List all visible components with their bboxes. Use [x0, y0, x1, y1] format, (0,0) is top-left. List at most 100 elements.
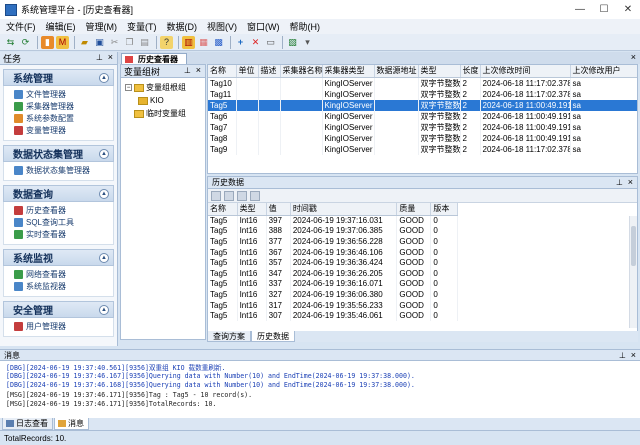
menu-file[interactable]: 文件(F)	[6, 20, 36, 33]
nav-group-title[interactable]: 数据状态集管理 ▲	[3, 145, 114, 162]
pin-icon[interactable]: ⊥	[184, 66, 191, 75]
save-icon[interactable]: ▣	[93, 36, 106, 49]
chart-icon[interactable]: ▮	[41, 35, 54, 49]
close-icon[interactable]: ×	[631, 350, 636, 360]
table-row[interactable]: Tag9 KingIOServer 双字节整数 2 2024-06-18 11:17:0…	[208, 143, 637, 155]
table-row[interactable]: Tag5 Int16 357 2024-06-19 19:36:36.424 GOOD 0	[208, 257, 458, 268]
collapse-icon[interactable]: ▲	[99, 305, 109, 315]
close-icon[interactable]: ×	[196, 65, 201, 75]
menu-window[interactable]: 窗口(W)	[247, 20, 280, 33]
help-icon[interactable]: ?	[160, 35, 173, 49]
column-header[interactable]: 值	[266, 203, 291, 216]
column-header[interactable]: 上次修改时间	[480, 65, 571, 78]
scrollbar-thumb[interactable]	[631, 226, 636, 266]
nav-item-file-manager[interactable]: 文件管理器	[14, 88, 113, 100]
table-row[interactable]: Tag6 KingIOServer 双字节整数 2 2024-06-18 11:00:4…	[208, 110, 637, 122]
nav-group-title[interactable]: 系统监视 ▲	[3, 249, 114, 266]
nav-item-user-manager[interactable]: 用户管理器	[14, 320, 113, 332]
column-header[interactable]: 长度	[460, 65, 481, 78]
table-row[interactable]: Tag5 Int16 307 2024-06-19 19:35:46.061 GOOD 0	[208, 310, 458, 321]
close-icon[interactable]: ×	[628, 177, 633, 187]
maximize-icon[interactable]: ☐	[592, 0, 616, 19]
properties-icon[interactable]: ▭	[264, 36, 277, 49]
column-header[interactable]: 版本	[430, 203, 458, 216]
tab-history-viewer[interactable]: 历史查看器	[121, 53, 187, 64]
group-icon[interactable]: ▦	[197, 36, 210, 49]
close-icon[interactable]: ✕	[616, 0, 640, 19]
print-icon[interactable]	[250, 190, 260, 201]
column-header[interactable]: 上次修改用户	[570, 65, 637, 78]
menu-help[interactable]: 帮助(H)	[290, 20, 321, 33]
menu-edit[interactable]: 编辑(E)	[46, 20, 76, 33]
collapse-icon[interactable]: ▲	[99, 253, 109, 263]
table-row[interactable]: Tag5 Int16 397 2024-06-19 19:37:16.031 GOOD 0	[208, 215, 458, 226]
close-icon[interactable]: ×	[108, 52, 113, 62]
table-row[interactable]: Tag5 Int16 327 2024-06-19 19:36:06.380 GOOD 0	[208, 289, 458, 300]
table-row[interactable]: Tag5 Int16 337 2024-06-19 19:36:16.071 GOOD 0	[208, 278, 458, 290]
tab-messages[interactable]: 消息	[54, 418, 89, 430]
paste-icon[interactable]: ▤	[138, 36, 151, 49]
manage-icon[interactable]: M	[56, 35, 69, 49]
connect-icon[interactable]: ⇆	[4, 36, 17, 49]
minimize-icon[interactable]: —	[568, 0, 592, 19]
pin-icon[interactable]: ⊥	[616, 178, 623, 187]
tree-node-root[interactable]: − 变量组根组	[121, 81, 205, 94]
tree-node-temp[interactable]: 临时变量组	[121, 107, 205, 120]
pin-icon[interactable]: ⊥	[96, 53, 103, 62]
table-row[interactable]: Tag5 KingIOServer 双字节整数 2 2024-06-18 11:00:4…	[208, 99, 637, 111]
column-header[interactable]: 类型	[418, 65, 461, 78]
column-header[interactable]: 质量	[396, 203, 432, 216]
menu-view[interactable]: 视图(V)	[207, 20, 237, 33]
nav-item-realtime-viewer[interactable]: 实时查看器	[14, 228, 113, 240]
column-header[interactable]: 数据源地址	[374, 65, 419, 78]
nav-item-sql-tool[interactable]: SQL查询工具	[14, 216, 113, 228]
delete-icon[interactable]: ✕	[249, 36, 262, 49]
column-header[interactable]: 类型	[237, 203, 267, 216]
scrollbar[interactable]	[629, 216, 637, 328]
save-icon[interactable]	[211, 190, 221, 201]
nav-item-system-monitor[interactable]: 系统监视器	[14, 280, 113, 292]
import-icon[interactable]: ▧	[286, 36, 299, 49]
tab-log-viewer[interactable]: 日志查看	[2, 418, 53, 430]
menu-manage[interactable]: 管理(M)	[86, 20, 118, 33]
copy-icon[interactable]: ❐	[123, 36, 136, 49]
column-header[interactable]: 时间戳	[290, 203, 398, 216]
export-icon[interactable]	[224, 190, 234, 201]
nav-item-history-viewer[interactable]: 历史查看器	[14, 204, 113, 216]
table-row[interactable]: Tag5 Int16 377 2024-06-19 19:36:56.228 GOOD 0	[208, 236, 458, 247]
table-row[interactable]: Tag5 Int16 367 2024-06-19 19:36:46.106 GOOD 0	[208, 246, 458, 258]
table-icon[interactable]: ▩	[212, 36, 225, 49]
table-row[interactable]: Tag7 KingIOServer 双字节整数 2 2024-06-18 11:00:4…	[208, 121, 637, 133]
tab-history-data[interactable]: 历史数据	[251, 331, 295, 342]
cut-icon[interactable]: ✂	[108, 36, 121, 49]
nav-group-title[interactable]: 数据查询 ▲	[3, 185, 114, 202]
nav-item-system-config[interactable]: 系统参数配置	[14, 112, 113, 124]
collapse-icon[interactable]: ▲	[99, 149, 109, 159]
column-header[interactable]: 单位	[236, 65, 259, 78]
nav-item-datastate-manager[interactable]: 数据状态集管理器	[14, 164, 113, 176]
collapse-icon[interactable]: ▲	[99, 189, 109, 199]
table-row[interactable]: Tag5 Int16 347 2024-06-19 19:36:26.205 GOOD 0	[208, 267, 458, 279]
column-header[interactable]: 描述	[258, 65, 281, 78]
copy-icon[interactable]	[237, 190, 247, 201]
column-header[interactable]: 采集器类型	[322, 65, 375, 78]
table-row[interactable]: Tag11 KingIOServer 双字节整数 2 2024-06-18 11:17:…	[208, 88, 637, 100]
menu-variable[interactable]: 变量(T)	[127, 20, 157, 33]
nav-item-collector-manager[interactable]: 采集器管理器	[14, 100, 113, 112]
collapse-icon[interactable]: ▲	[99, 73, 109, 83]
table-row[interactable]: Tag8 KingIOServer 双字节整数 2 2024-06-18 11:00:4…	[208, 132, 637, 144]
column-header[interactable]: 名称	[208, 203, 238, 216]
add-icon[interactable]: +	[234, 36, 247, 49]
column-header[interactable]: 名称	[208, 65, 237, 78]
tag-icon[interactable]: ▥	[182, 35, 195, 49]
column-header[interactable]: 采集器名称	[280, 65, 323, 78]
table-row[interactable]: Tag5 Int16 388 2024-06-19 19:37:06.385 GOOD 0	[208, 225, 458, 237]
expand-icon[interactable]: −	[125, 84, 132, 91]
nav-group-title[interactable]: 安全管理 ▲	[3, 301, 114, 318]
table-row[interactable]: Tag5 Int16 317 2024-06-19 19:35:56.233 GOOD 0	[208, 299, 458, 311]
table-row[interactable]: Tag10 KingIOServer 双字节整数 2 2024-06-18 11:17:…	[208, 77, 637, 89]
pin-icon[interactable]: ⊥	[619, 351, 626, 360]
nav-item-variable-manager[interactable]: 变量管理器	[14, 124, 113, 136]
tree-node-kio[interactable]: KIO	[121, 94, 205, 107]
refresh-icon[interactable]: ⟳	[19, 36, 32, 49]
